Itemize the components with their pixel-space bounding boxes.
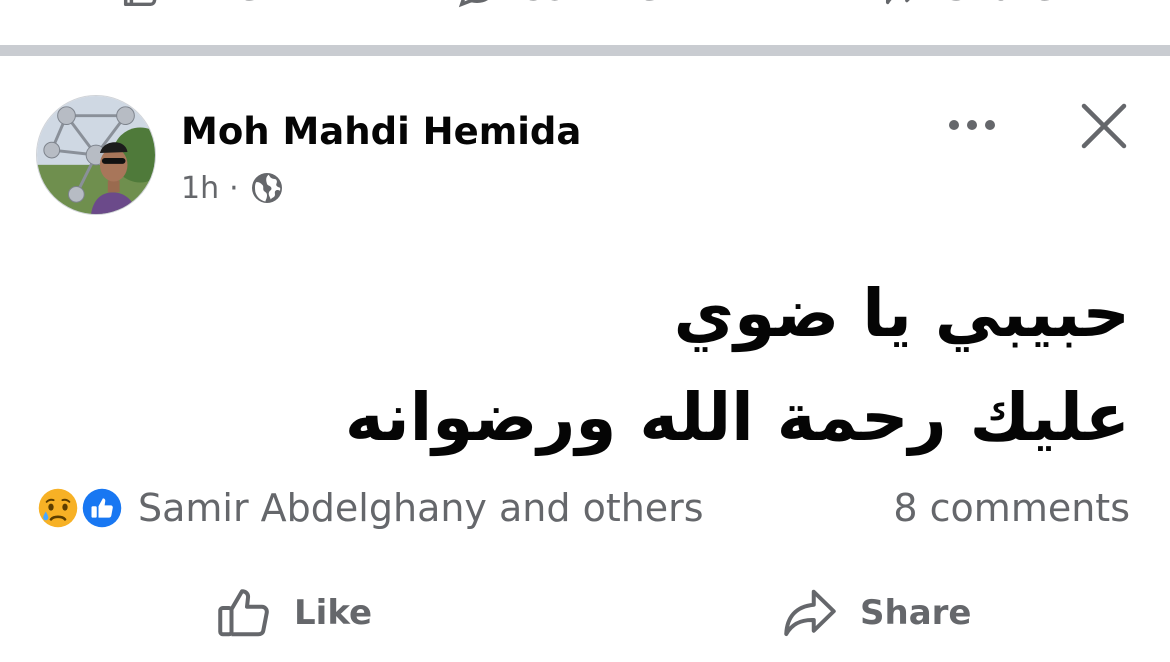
comments-count[interactable]: 8 comments xyxy=(893,482,1130,534)
post-time[interactable]: 1h xyxy=(181,171,219,206)
globe-icon[interactable] xyxy=(249,170,285,206)
more-dots-icon xyxy=(949,120,995,130)
share-button[interactable]: Share xyxy=(780,582,971,644)
sad-reaction-icon xyxy=(34,484,82,532)
reactions-summary[interactable]: Samir Abdelghany and others xyxy=(34,482,704,534)
like-label: Like xyxy=(294,593,373,633)
meta-separator: · xyxy=(229,170,239,206)
avatar[interactable] xyxy=(36,95,156,215)
previous-comment-button[interactable]: Comment xyxy=(454,0,701,12)
feed-divider xyxy=(0,45,1170,56)
share-icon xyxy=(885,0,910,5)
previous-share-label: Share xyxy=(944,0,1055,9)
comment-icon xyxy=(458,0,488,8)
share-icon xyxy=(784,589,836,636)
post-text: حبيبي يا ضوي عليك رحمة الله ورضوانه xyxy=(345,262,1130,470)
previous-like-label: Like xyxy=(182,0,260,9)
like-icon xyxy=(123,0,157,7)
post-author-name[interactable]: Moh Mahdi Hemida xyxy=(181,110,581,153)
feed: Like Comment Share xyxy=(0,0,1170,662)
close-icon[interactable] xyxy=(1078,100,1130,152)
share-label: Share xyxy=(860,593,972,633)
post-text-line: حبيبي يا ضوي xyxy=(673,275,1130,352)
like-reaction-icon xyxy=(78,484,126,532)
more-options-button[interactable] xyxy=(946,105,998,145)
previous-comment-label: Comment xyxy=(518,0,701,9)
like-button[interactable]: Like xyxy=(214,582,372,644)
previous-share-button[interactable]: Share xyxy=(880,0,1055,12)
post-text-line: عليك رحمة الله ورضوانه xyxy=(344,379,1130,456)
like-icon xyxy=(218,589,269,637)
previous-post-action-bar: Like Comment Share xyxy=(0,0,1170,12)
reactions-summary-text[interactable]: Samir Abdelghany and others xyxy=(138,486,704,530)
previous-like-button[interactable]: Like xyxy=(118,0,260,12)
post-meta: 1h · xyxy=(181,170,285,206)
profile-photo xyxy=(37,96,155,214)
